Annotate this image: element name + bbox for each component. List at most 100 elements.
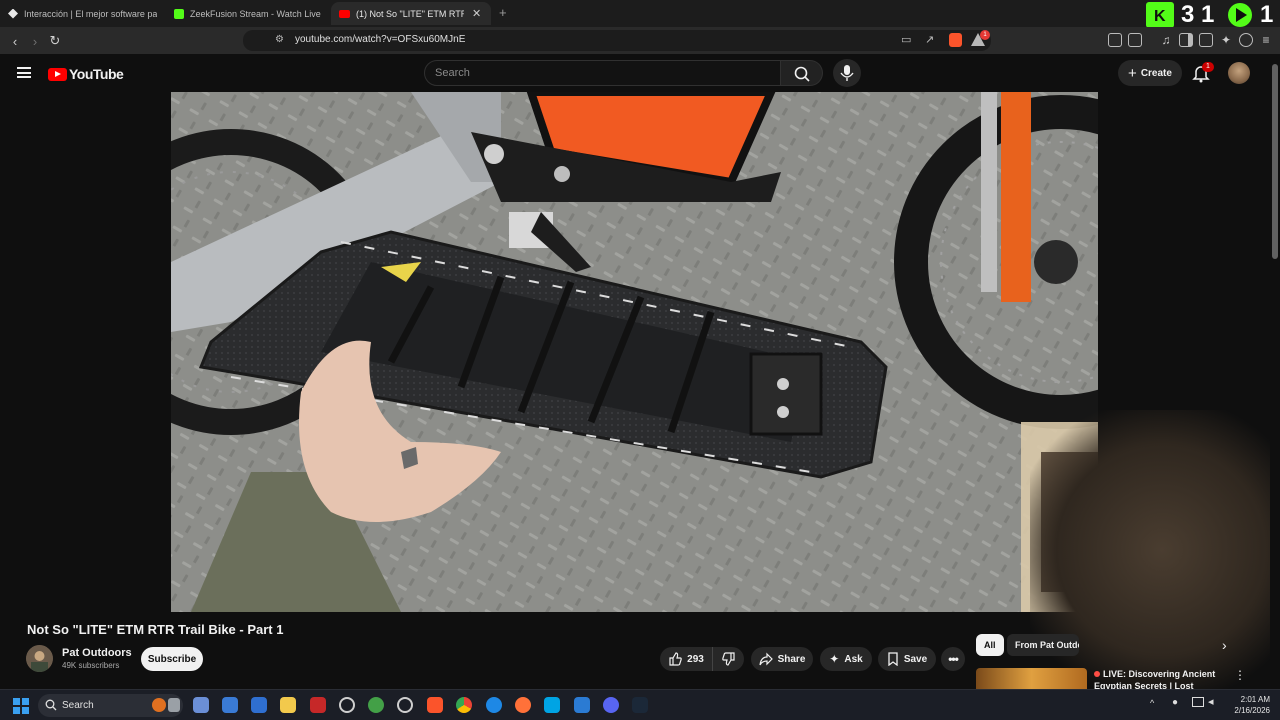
address-bar[interactable]: ⚙ youtube.com/watch?v=OFSxu60MJnE ▭ ↗ 1 [243,30,991,51]
search-input[interactable]: Search [424,60,781,86]
recommendation-title: LIVE: Discovering Ancient Egyptian Secre… [1094,669,1216,689]
search-icon [45,699,57,711]
youtube-wordmark: YouTube [69,66,124,82]
page-scrollbar[interactable] [1270,60,1280,700]
steam-icon[interactable] [632,697,648,713]
file-explorer-icon[interactable] [280,697,296,713]
shield-app-icon[interactable] [368,697,384,713]
video-frame-image [171,92,1098,612]
share-page-icon[interactable]: ↗ [925,33,934,46]
tray-network-icon[interactable] [1192,697,1204,707]
remote-app-icon[interactable] [251,697,267,713]
screenshot-icon[interactable] [1128,33,1142,47]
more-horizontal-icon: ••• [948,652,959,666]
recommendation-item[interactable]: LIVE: Discovering Ancient Egyptian Secre… [1094,668,1222,689]
video-title: Not So "LITE" ETM RTR Trail Bike - Part … [27,622,284,637]
cast-icon[interactable]: ▭ [901,33,911,46]
youtube-header: YouTube Search + Create 1 [0,54,1280,92]
back-icon[interactable]: ‹ [5,31,25,51]
windows-start-icon[interactable] [13,698,29,714]
search-icon [794,66,810,82]
hamburger-menu-icon[interactable] [17,67,31,78]
discord-icon[interactable] [603,697,619,713]
more-actions-button[interactable]: ••• [941,647,965,671]
sidebar-icon[interactable] [1179,33,1193,47]
chip-from-channel[interactable]: From Pat Outdo [1007,634,1079,656]
firefox-icon[interactable] [515,697,531,713]
kick-logo-icon: K [1146,2,1174,28]
tab-favicon-icon [8,8,18,19]
create-button[interactable]: + Create [1118,60,1182,86]
kick-icon [174,8,184,19]
viewer-count-1: 3 1 [1181,1,1215,28]
arduino-icon[interactable] [544,697,560,713]
clock-date: 2/16/2026 [1234,706,1270,715]
edge-icon[interactable] [486,697,502,713]
play-green-icon [1227,3,1253,27]
channel-name[interactable]: Pat Outdoors [62,647,132,659]
tray-volume-icon[interactable]: ◂ [1208,695,1214,708]
tray-chevron-icon[interactable]: ^ [1150,698,1154,708]
plus-icon: + [1128,64,1137,82]
new-tab-button[interactable]: + [499,5,507,20]
tab-interaccion[interactable]: Interacción | El mejor software para p [0,2,165,25]
forward-icon[interactable]: › [25,31,45,51]
brave-shields-icon[interactable] [949,33,962,47]
tray-mic-icon[interactable]: ● [1172,697,1178,708]
search-button[interactable] [781,60,823,86]
tab-title: (1) Not So "LITE" ETM RTR Tra [356,8,464,19]
menu-icon[interactable]: ≡ [1259,33,1273,47]
task-view-icon[interactable] [222,697,238,713]
chevron-right-icon[interactable]: › [1222,637,1227,653]
thumbs-up-icon [669,652,682,666]
more-vertical-icon[interactable]: ⋮ [1234,668,1246,682]
search-highlight-icon [168,698,180,712]
obs-icon[interactable] [397,697,413,713]
search-placeholder: Search [435,67,470,79]
microphone-icon [840,65,854,81]
like-button[interactable]: 293 [660,647,712,671]
brave-browser-icon[interactable] [427,697,443,713]
taskbar-search[interactable]: Search [38,694,183,717]
vpn-icon[interactable] [1239,33,1253,47]
tab-zeekfusion[interactable]: ZeekFusion Stream - Watch Live [166,2,329,25]
chip-all[interactable]: All [976,634,1004,656]
account-avatar[interactable] [1228,62,1250,84]
close-tab-icon[interactable]: ✕ [472,7,481,20]
like-count: 293 [687,653,704,665]
youtube-logo[interactable]: YouTube [48,66,124,82]
youtube-play-logo-icon [48,67,67,81]
recommendation-thumbnail[interactable] [976,668,1087,689]
voice-search-button[interactable] [833,59,861,87]
basketball-icon [152,698,166,712]
browser-tab-strip: Interacción | El mejor software para p Z… [0,0,1280,28]
network-app-icon[interactable] [193,697,209,713]
dislike-button[interactable] [712,647,744,671]
svg-text:K: K [1154,8,1166,25]
ask-label: Ask [844,653,863,665]
chrome-icon[interactable] [456,697,472,713]
channel-avatar[interactable] [26,645,53,672]
subscribe-button[interactable]: Subscribe [141,647,203,671]
save-playlist-icon [888,652,898,666]
media-app-icon[interactable] [310,697,326,713]
share-button[interactable]: Share [751,647,813,671]
vscode-icon[interactable] [574,697,590,713]
create-label: Create [1140,67,1172,79]
save-button[interactable]: Save [878,647,936,671]
share-label: Share [777,653,806,665]
site-info-icon[interactable]: ⚙ [275,34,284,45]
extensions-icon[interactable] [1108,33,1122,47]
viewer-count-2: 1 [1260,1,1274,28]
leo-ai-icon[interactable]: ✦ [1219,33,1233,47]
scrollbar-thumb[interactable] [1272,64,1278,259]
video-player[interactable] [171,92,1098,612]
wallet-icon[interactable] [1199,33,1213,47]
clock-app-icon[interactable] [339,697,355,713]
reload-icon[interactable]: ↻ [45,31,65,51]
tab-youtube[interactable]: (1) Not So "LITE" ETM RTR Tra ✕ [331,2,491,25]
system-clock[interactable]: 2:01 AM 2/16/2026 [1226,694,1270,716]
media-icon[interactable]: ♫ [1159,33,1173,47]
taskbar-search-placeholder: Search [62,700,94,711]
ask-button[interactable]: ✦ Ask [820,647,872,671]
